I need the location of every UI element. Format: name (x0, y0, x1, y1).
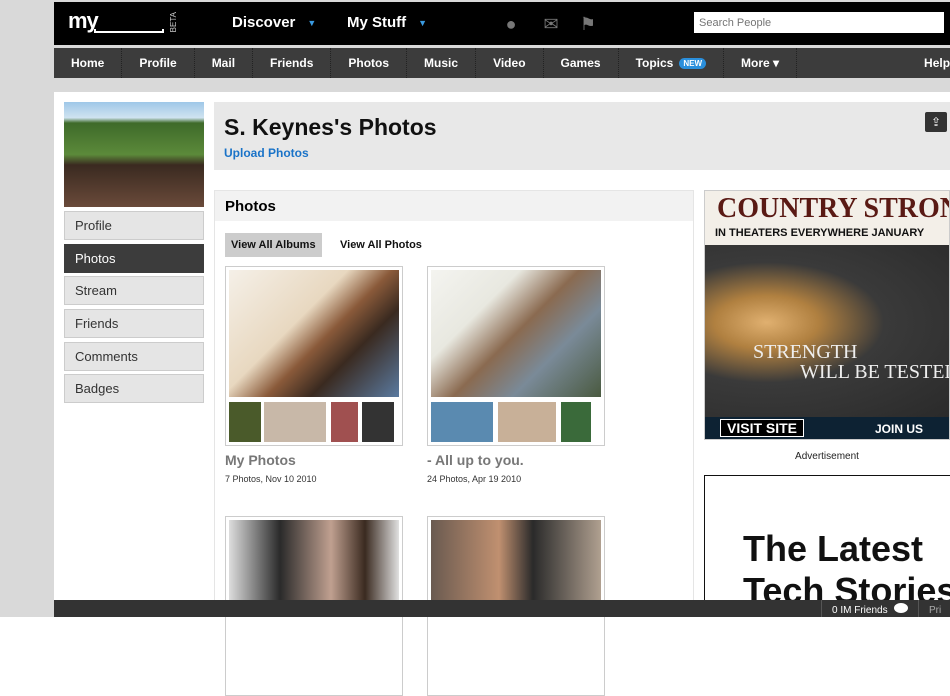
album-meta: 7 Photos, Nov 10 2010 (225, 474, 317, 484)
page-margin (0, 0, 54, 617)
footer-bar: 0 IM Friends Pri (54, 600, 950, 617)
nav-help[interactable]: Help (907, 48, 950, 78)
discover-menu[interactable]: Discover ▼ (232, 14, 316, 31)
album-card[interactable] (427, 266, 605, 446)
ad-header: COUNTRY STRONG IN THEATERS EVERYWHERE JA… (705, 191, 949, 245)
tab-view-all-albums[interactable]: View All Albums (225, 233, 322, 257)
nav-topics[interactable]: Topics NEW (619, 48, 725, 78)
album-cover-image[interactable] (431, 270, 601, 397)
logo-underline (94, 29, 164, 33)
album-thumbnail[interactable] (229, 402, 261, 442)
im-friends-label: 0 IM Friends (832, 605, 888, 616)
main-nav: Home Profile Mail Friends Photos Music V… (54, 48, 950, 78)
advertisement-label: Advertisement (795, 451, 859, 462)
advertisement-tech[interactable]: The Latest Tech Stories (704, 475, 950, 615)
album-thumbnail[interactable] (331, 402, 358, 442)
sidebar-item-photos[interactable]: Photos (64, 244, 204, 273)
visit-site-button[interactable]: VISIT SITE (720, 419, 805, 437)
upload-photos-link[interactable]: Upload Photos (224, 146, 309, 160)
album-title[interactable]: - All up to you. (427, 452, 524, 468)
search-people-input[interactable] (694, 12, 944, 33)
nav-mail[interactable]: Mail (195, 48, 254, 78)
album-thumbnail[interactable] (561, 402, 591, 442)
discover-label: Discover (232, 14, 296, 31)
ad-title: COUNTRY STRONG (717, 193, 949, 224)
ad-subtitle: IN THEATERS EVERYWHERE JANUARY (715, 227, 925, 239)
profile-photo[interactable] (64, 102, 204, 207)
album-thumbnail[interactable] (362, 402, 394, 442)
panel-title: Photos (225, 198, 276, 215)
share-icon[interactable]: ⇪ (925, 112, 947, 132)
album-thumbnail[interactable] (498, 402, 556, 442)
advertisement-country-strong[interactable]: COUNTRY STRONG IN THEATERS EVERYWHERE JA… (704, 190, 950, 440)
panel-header: Photos (215, 191, 693, 221)
nav-bottom-gap (54, 78, 950, 92)
chevron-down-icon: ▼ (418, 18, 428, 29)
nav-video[interactable]: Video (476, 48, 544, 78)
album-title[interactable]: My Photos (225, 452, 296, 468)
chat-bubble-icon (894, 603, 909, 613)
nav-home[interactable]: Home (54, 48, 123, 78)
my-stuff-menu[interactable]: My Stuff ▼ (347, 14, 427, 31)
sidebar-item-comments[interactable]: Comments (64, 342, 204, 371)
flag-icon[interactable]: ⚑ (578, 14, 598, 34)
sidebar-item-badges[interactable]: Badges (64, 374, 204, 403)
sidebar-item-stream[interactable]: Stream (64, 276, 204, 305)
im-friends-button[interactable]: 0 IM Friends (821, 600, 920, 617)
chevron-down-icon: ▼ (307, 18, 317, 29)
nav-more[interactable]: More ▾ (724, 48, 798, 78)
album-thumbnail[interactable] (264, 402, 326, 442)
nav-topics-label: Topics (635, 56, 674, 70)
ad-line-1: The Latest (743, 528, 924, 569)
person-icon[interactable]: ● (501, 14, 521, 34)
nav-profile[interactable]: Profile (122, 48, 195, 78)
album-card[interactable] (225, 266, 403, 446)
nav-photos[interactable]: Photos (331, 48, 408, 78)
tab-view-all-photos[interactable]: View All Photos (334, 233, 428, 257)
ad-image (705, 245, 949, 417)
join-us-button[interactable]: JOIN US (875, 422, 923, 436)
nav-music[interactable]: Music (407, 48, 477, 78)
footer-privacy-link[interactable]: Pri (929, 600, 941, 622)
album-meta: 24 Photos, Apr 19 2010 (427, 474, 522, 484)
my-stuff-label: My Stuff (347, 14, 407, 31)
album-cover-image[interactable] (431, 520, 601, 610)
album-cover-image[interactable] (229, 270, 399, 397)
beta-label: BETA (169, 12, 178, 33)
album-thumbnail[interactable] (431, 402, 493, 442)
page-header: S. Keynes's Photos Upload Photos ⇪ (214, 102, 950, 170)
mail-icon[interactable]: ✉ (541, 14, 561, 34)
sidebar-item-profile[interactable]: Profile (64, 211, 204, 240)
nav-games[interactable]: Games (544, 48, 619, 78)
photos-panel: Photos View All Albums View All Photos M… (214, 190, 694, 696)
top-bar: my BETA Discover ▼ My Stuff ▼ ● ✉ ⚑ (54, 2, 950, 45)
nav-friends[interactable]: Friends (253, 48, 332, 78)
ad-tagline-2: WILL BE TESTED (800, 361, 950, 383)
page-title: S. Keynes's Photos (224, 114, 437, 140)
album-cover-image[interactable] (229, 520, 399, 610)
new-badge: NEW (679, 57, 707, 69)
sidebar-item-friends[interactable]: Friends (64, 309, 204, 338)
